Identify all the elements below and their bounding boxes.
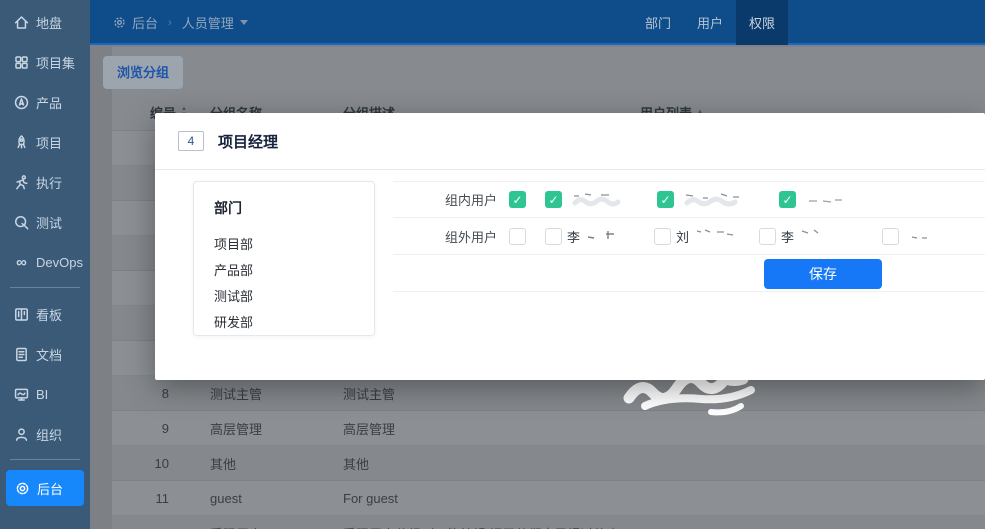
member-checkbox-item[interactable]	[882, 227, 942, 245]
sidebar-item-bi[interactable]: BI	[0, 374, 90, 414]
dept-item-project[interactable]: 项目部	[214, 232, 374, 258]
user-assignment-rows: 组内用户 ✓ ✓ ✓ ✓ 组外用户 李 刘 李 保存	[393, 181, 985, 292]
sidebar-item-label: 测试	[36, 215, 63, 231]
group-edit-dialog: 4 项目经理 部门 项目部 产品部 测试部 研发部 组内用户 ✓ ✓ ✓ ✓ 组…	[155, 113, 985, 380]
redacted-name-scribble	[572, 192, 621, 206]
breadcrumb-root[interactable]: 后台	[132, 13, 158, 32]
runner-icon	[13, 174, 30, 191]
sidebar-item-label: 文档	[36, 347, 63, 363]
member-checkbox-item[interactable]: ✓	[545, 191, 623, 208]
rocket-icon	[13, 134, 30, 151]
member-checkbox-item[interactable]: ✓	[657, 191, 743, 208]
sidebar-item-program[interactable]: 项目集	[0, 42, 90, 82]
checkbox-unchecked-icon[interactable]	[882, 227, 900, 245]
outside-users-label: 组外用户	[444, 229, 497, 245]
sidebar-item-label: 组织	[36, 427, 63, 443]
outside-users-row: 组外用户 李 刘 李	[393, 218, 985, 255]
save-button[interactable]: 保存	[764, 259, 882, 289]
tab-privilege[interactable]: 权限	[735, 0, 788, 45]
sidebar-item-label: 产品	[36, 95, 63, 111]
sidebar-item-doc[interactable]: 文档	[0, 334, 90, 374]
redacted-name-scribble	[684, 192, 739, 206]
sidebar-item-label: 项目	[36, 135, 63, 151]
sidebar-item-qa[interactable]: 测试	[0, 202, 90, 242]
sidebar: 地盘 项目集 产品 项目 执行 测试 ∞ DevOps 看板 文档 BI 组织	[0, 0, 90, 529]
breadcrumb: 后台 › 人员管理	[112, 0, 248, 45]
member-checkbox-item[interactable]: 李	[545, 227, 632, 246]
dept-item-rd[interactable]: 研发部	[214, 310, 374, 336]
tab-department[interactable]: 部门	[632, 0, 684, 45]
table-row-9: 9 高层管理 高层管理	[112, 411, 985, 446]
sidebar-item-label: 后台	[37, 481, 64, 497]
sidebar-item-execution[interactable]: 执行	[0, 162, 90, 202]
kanban-icon	[13, 306, 30, 323]
member-checkbox-item[interactable]: 刘	[654, 227, 737, 246]
top-navbar: 后台 › 人员管理 部门 用户 权限	[90, 0, 985, 45]
sidebar-item-label: 看板	[36, 307, 63, 323]
navbar-tabs: 部门 用户 权限	[632, 0, 788, 45]
sidebar-item-label: BI	[36, 386, 49, 402]
dialog-title: 项目经理	[218, 133, 279, 151]
checkbox-checked-icon[interactable]: ✓	[509, 191, 526, 208]
sidebar-item-kanban[interactable]: 看板	[0, 294, 90, 334]
grid-icon	[13, 54, 30, 71]
checkbox-unchecked-icon[interactable]	[654, 227, 672, 245]
checkbox-checked-icon[interactable]: ✓	[779, 191, 796, 208]
checkbox-unchecked-icon[interactable]	[509, 227, 526, 245]
group-id-badge: 4	[178, 131, 204, 151]
sidebar-item-org[interactable]: 组织	[0, 414, 90, 454]
gear-icon	[14, 480, 31, 497]
monitor-icon	[13, 386, 30, 403]
department-panel: 部门 项目部 产品部 测试部 研发部	[193, 181, 375, 336]
checkbox-unchecked-icon[interactable]	[545, 227, 562, 245]
table-row-8: 8 测试主管 测试主管	[112, 376, 985, 411]
content-left-gutter	[90, 47, 112, 529]
sidebar-item-product[interactable]: 产品	[0, 82, 90, 122]
tab-user[interactable]: 用户	[684, 0, 736, 45]
sidebar-item-devops[interactable]: ∞ DevOps	[0, 242, 90, 282]
chevron-down-icon	[239, 20, 248, 25]
checkbox-checked-icon[interactable]: ✓	[545, 191, 562, 208]
sidebar-item-admin[interactable]: 后台	[6, 470, 84, 506]
checkbox-unchecked-icon[interactable]	[759, 227, 777, 245]
member-checkbox-item[interactable]: 李	[759, 227, 838, 246]
dept-item-product[interactable]: 产品部	[214, 258, 374, 284]
redacted-name-scribble	[809, 198, 842, 203]
department-panel-title: 部门	[214, 200, 242, 216]
sidebar-item-label: 项目集	[36, 55, 76, 71]
table-row-10: 10 其他 其他	[112, 446, 985, 481]
chevron-right-icon: ›	[168, 16, 172, 29]
document-icon	[13, 346, 30, 363]
infinity-icon: ∞	[16, 253, 27, 271]
inside-users-label: 组内用户	[444, 193, 497, 208]
sidebar-divider	[10, 287, 80, 288]
people-icon	[13, 426, 30, 443]
checkbox-checked-icon[interactable]: ✓	[657, 191, 674, 208]
product-icon	[13, 94, 30, 111]
dialog-header: 4 项目经理	[155, 113, 985, 170]
redacted-name-scribble	[911, 236, 928, 239]
member-checkbox-item[interactable]: ✓	[509, 191, 531, 208]
sidebar-item-label: 地盘	[36, 15, 63, 31]
redacted-name-scribble	[696, 229, 734, 236]
sidebar-item-label: DevOps	[36, 254, 83, 270]
inside-users-row: 组内用户 ✓ ✓ ✓ ✓	[393, 181, 985, 218]
member-checkbox-item[interactable]	[509, 227, 531, 245]
breadcrumb-current[interactable]: 人员管理	[182, 13, 234, 32]
redacted-name-scribble	[801, 229, 819, 234]
dialog-footer-row: 保存	[393, 255, 985, 292]
member-checkbox-item[interactable]: ✓	[779, 191, 845, 208]
sidebar-item-dashboard[interactable]: 地盘	[0, 2, 90, 42]
gear-icon	[112, 15, 127, 30]
dept-item-test[interactable]: 测试部	[214, 284, 374, 310]
sidebar-item-label: 执行	[36, 175, 63, 191]
table-row-11: 11 guest For guest	[112, 481, 985, 516]
home-icon	[13, 14, 30, 31]
redacted-name-scribble	[587, 231, 615, 239]
table-row-12: 12受限用户受限用户分组（只能编辑/记录他们自己提过的内容）	[112, 516, 985, 529]
browse-group-tab[interactable]: 浏览分组	[103, 56, 184, 89]
sidebar-divider	[10, 459, 80, 460]
search-icon	[13, 214, 30, 231]
sidebar-item-project[interactable]: 项目	[0, 122, 90, 162]
